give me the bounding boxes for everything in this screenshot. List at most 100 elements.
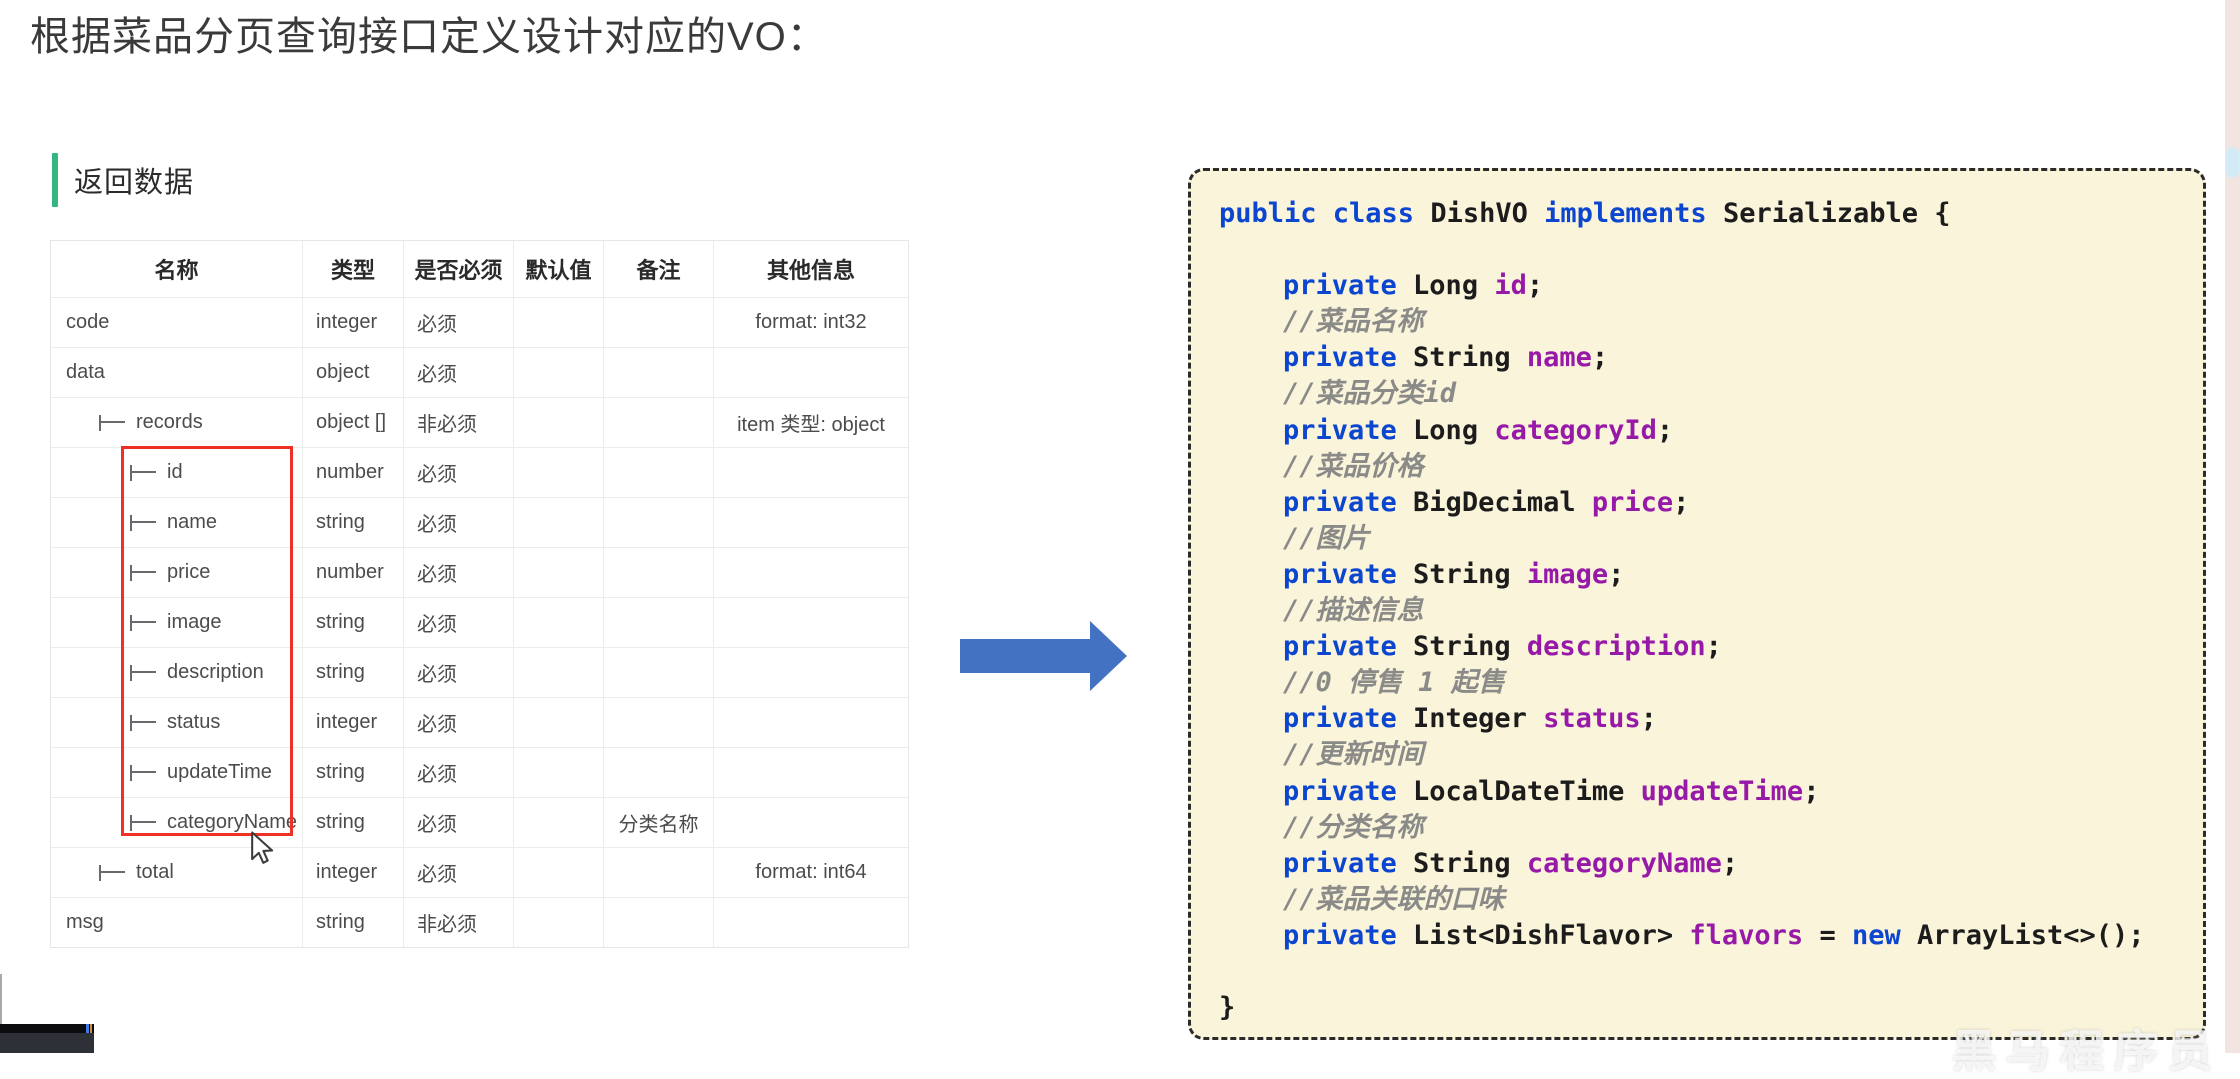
note-cell — [604, 448, 714, 497]
section-label: 返回数据 — [74, 167, 195, 199]
other-cell — [714, 548, 908, 597]
default-cell — [514, 598, 604, 647]
code-token: Integer — [1413, 703, 1544, 735]
code-line: private Integer status; — [1219, 701, 2193, 737]
required-cell: 必须 — [404, 848, 514, 897]
mouse-cursor — [251, 831, 274, 864]
code-token: description — [1526, 631, 1706, 663]
name-cell: code — [51, 298, 303, 347]
table-row: msg string 非必须 — [51, 897, 908, 947]
column-header: 其他信息 — [766, 258, 855, 283]
code-line: private BigDecimal price; — [1219, 485, 2193, 521]
code-token: String — [1413, 342, 1527, 374]
column-header: 备注 — [604, 241, 714, 297]
required-cell: 必须 — [404, 448, 514, 497]
code-token: updateTime — [1640, 775, 1804, 807]
note-cell — [604, 648, 714, 697]
other-cell — [714, 748, 908, 797]
note-cell — [604, 398, 714, 447]
code-line: private List<DishFlavor> flavors = new A… — [1219, 918, 2193, 954]
code-block: public class DishVO implements Serializa… — [1188, 168, 2206, 1040]
code-token: flavors — [1689, 919, 1820, 951]
background-window-corner[interactable] — [0, 1024, 94, 1053]
type-cell: string — [303, 598, 404, 647]
type-cell: number — [303, 448, 404, 497]
code-token: ; — [1640, 703, 1657, 735]
table-row: data object 必须 — [51, 347, 908, 397]
code-token: categoryName — [1526, 847, 1722, 879]
code-comment: //菜品分类id — [1283, 378, 1457, 410]
code-token: ; — [1656, 414, 1674, 446]
code-token: implements — [1544, 198, 1723, 229]
type-cell: object [] — [303, 398, 404, 447]
code-token: image — [1526, 558, 1609, 590]
code-line: //菜品名称 — [1219, 304, 2193, 340]
code-comment: //分类名称 — [1283, 811, 1424, 843]
code-token: private — [1283, 486, 1414, 518]
code-line: //分类名称 — [1219, 810, 2193, 846]
code-token: private — [1283, 847, 1414, 879]
required-cell: 非必须 — [404, 398, 514, 447]
note-cell: 分类名称 — [604, 798, 714, 847]
note-cell — [604, 898, 714, 947]
code-comment: //更新时间 — [1283, 739, 1424, 771]
other-cell — [714, 648, 908, 697]
default-cell — [514, 498, 604, 547]
default-cell — [514, 398, 604, 447]
required-cell: 必须 — [404, 498, 514, 547]
other-cell — [714, 698, 908, 747]
code-token: ; — [1705, 631, 1722, 663]
scrollbar-thumb[interactable] — [2226, 147, 2239, 178]
code-token: private — [1283, 342, 1414, 374]
background-window-blue-sliver — [86, 1024, 89, 1033]
code-token: ; — [1673, 486, 1690, 518]
other-cell: format: int64 — [755, 861, 867, 883]
default-cell — [514, 448, 604, 497]
code-token: String — [1413, 631, 1527, 663]
note-cell — [604, 348, 714, 397]
required-cell: 必须 — [404, 598, 514, 647]
code-token: categoryId — [1494, 414, 1657, 446]
code-line: //菜品关联的口味 — [1219, 882, 2193, 918]
required-cell: 必须 — [404, 698, 514, 747]
field-name: msg — [66, 911, 104, 933]
code-line: //菜品价格 — [1219, 449, 2193, 485]
field-name: data — [66, 361, 105, 383]
code-token: ; — [1803, 775, 1820, 807]
tree-connector-icon — [99, 414, 127, 431]
code-line: //菜品分类id — [1219, 376, 2193, 412]
column-header: 默认值 — [514, 241, 604, 297]
code-token: String — [1413, 558, 1527, 590]
type-cell: number — [303, 548, 404, 597]
note-cell — [604, 748, 714, 797]
code-token: ; — [1591, 342, 1609, 374]
field-name: total — [136, 861, 174, 883]
code-comment: //菜品关联的口味 — [1283, 883, 1505, 915]
type-cell: string — [303, 898, 404, 947]
code-line: //描述信息 — [1219, 593, 2193, 629]
type-cell: integer — [303, 298, 404, 347]
code-line: //更新时间 — [1219, 737, 2193, 773]
other-cell — [714, 498, 908, 547]
other-cell — [714, 448, 908, 497]
code-token: = — [1819, 919, 1852, 951]
code-line: private String description; — [1219, 629, 2193, 665]
code-token: ; — [1721, 847, 1739, 879]
default-cell — [514, 348, 604, 397]
scrollbar-track[interactable] — [2225, 0, 2240, 1053]
required-cell: 非必须 — [404, 898, 514, 947]
code-token: } — [1219, 992, 1236, 1024]
code-comment: //图片 — [1283, 522, 1370, 554]
code-token: private — [1283, 919, 1414, 951]
code-line: //图片 — [1219, 521, 2193, 557]
required-cell: 必须 — [404, 348, 514, 397]
default-cell — [514, 648, 604, 697]
required-cell: 必须 — [404, 748, 514, 797]
column-header: 类型 — [303, 241, 404, 297]
default-cell — [514, 548, 604, 597]
code-token: ArrayList<>(); — [1916, 919, 2145, 951]
type-cell: string — [303, 648, 404, 697]
window-edge-line — [0, 974, 2, 1024]
column-header: 是否必须 — [404, 241, 514, 297]
other-cell — [714, 798, 908, 847]
